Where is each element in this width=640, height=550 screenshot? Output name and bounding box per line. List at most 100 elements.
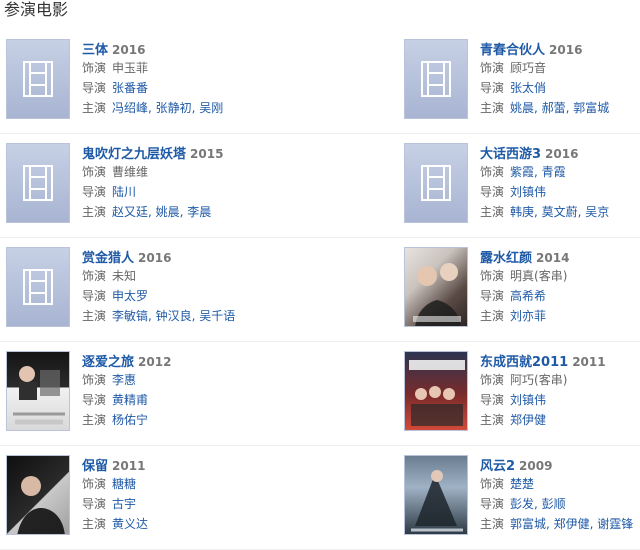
cast-label: 主演 (82, 101, 107, 115)
role-label: 饰演 (82, 373, 107, 387)
cast-links[interactable]: 姚晨, 郝蕾, 郭富城 (510, 101, 609, 115)
director-link[interactable]: 刘镇伟 (510, 185, 546, 199)
role-value[interactable]: 紫霞, 青霞 (510, 165, 566, 179)
director-link[interactable]: 申太罗 (112, 289, 148, 303)
poster-placeholder[interactable] (404, 39, 468, 119)
role-value: 明真(客串) (510, 269, 568, 283)
movie-year: 2012 (138, 355, 172, 369)
director-link[interactable]: 陆川 (112, 185, 136, 199)
cast-links[interactable]: 郭富城, 郑伊健, 谢霆锋 (510, 517, 633, 531)
movie-year: 2009 (519, 459, 553, 473)
role-value: 曹维维 (112, 165, 149, 179)
cast-label: 主演 (82, 413, 107, 427)
cast-label: 主演 (480, 517, 505, 531)
movie-year: 2016 (545, 147, 579, 161)
poster-image[interactable] (404, 351, 468, 431)
director-label: 导演 (480, 393, 505, 407)
movie-year: 2011 (572, 355, 606, 369)
movie-card[interactable]: 大话西游3 2016 饰演 紫霞, 青霞 导演 刘镇伟 主演 韩庚, 莫文蔚, 吴京 (398, 134, 640, 237)
movie-card[interactable]: 青春合伙人 2016 饰演 顾巧音 导演 张太俏 主演 姚晨, 郝蕾, 郭富城 (398, 30, 640, 133)
cast-links[interactable]: 赵又廷, 姚晨, 李晨 (112, 205, 211, 219)
poster-art-icon (411, 470, 463, 532)
movie-grid: 三体 2016 饰演 申玉菲 导演 张番番 主演 冯绍峰, 张静初, 吴刚 青春合伙人 2… (0, 30, 640, 550)
poster-image[interactable] (6, 351, 70, 431)
movie-card[interactable]: 三体 2016 饰演 申玉菲 导演 张番番 主演 冯绍峰, 张静初, 吴刚 (0, 30, 320, 133)
poster-image[interactable] (6, 455, 70, 535)
cast-links[interactable]: 郑伊健 (510, 413, 546, 427)
movie-card[interactable]: 风云2 2009 饰演 楚楚 导演 彭发, 彭顺 主演 郭富城, 郑伊健, 谢霆锋 (398, 446, 640, 549)
movie-card[interactable]: 保留 2011 饰演 糖糖 导演 古宇 主演 黄义达 (0, 446, 320, 549)
role-value: 申玉菲 (112, 61, 149, 75)
film-icon (421, 165, 451, 201)
poster-art-icon (409, 360, 465, 426)
movie-row: 鬼吹灯之九层妖塔 2015 饰演 曹维维 导演 陆川 主演 赵又廷, 姚晨, 李晨 大话… (0, 134, 640, 238)
role-value[interactable]: 李惠 (112, 373, 136, 387)
director-link[interactable]: 黄精甫 (112, 393, 148, 407)
movie-title-link[interactable]: 东成西就2011 (480, 355, 568, 370)
poster-placeholder[interactable] (6, 39, 70, 119)
poster-placeholder[interactable] (404, 143, 468, 223)
role-label: 饰演 (82, 477, 107, 491)
poster-image[interactable] (404, 247, 468, 327)
film-icon (23, 269, 53, 305)
poster-placeholder[interactable] (6, 143, 70, 223)
cast-links[interactable]: 黄义达 (112, 517, 148, 531)
role-label: 饰演 (82, 269, 107, 283)
cast-links[interactable]: 刘亦菲 (510, 309, 546, 323)
role-value: 阿巧(客串) (510, 373, 568, 387)
movie-year: 2016 (138, 251, 172, 265)
movie-title-link[interactable]: 大话西游3 (480, 147, 541, 162)
movie-card[interactable]: 鬼吹灯之九层妖塔 2015 饰演 曹维维 导演 陆川 主演 赵又廷, 姚晨, 李晨 (0, 134, 320, 237)
director-link[interactable]: 高希希 (510, 289, 546, 303)
movie-title-link[interactable]: 青春合伙人 (480, 43, 545, 58)
director-label: 导演 (480, 497, 505, 511)
movie-card[interactable]: 露水红颜 2014 饰演 明真(客串) 导演 高希希 主演 刘亦菲 (398, 238, 640, 341)
cast-label: 主演 (82, 517, 107, 531)
role-value: 顾巧音 (510, 61, 547, 75)
role-label: 饰演 (82, 61, 107, 75)
movie-title-link[interactable]: 风云2 (480, 459, 515, 474)
role-label: 饰演 (480, 61, 505, 75)
poster-art-icon (13, 366, 65, 425)
director-label: 导演 (82, 393, 107, 407)
movie-row: 逐爱之旅 2012 饰演 李惠 导演 黄精甫 主演 杨佑宁 东成西就2011 2011 饰… (0, 342, 640, 446)
role-value[interactable]: 楚楚 (510, 477, 534, 491)
portrait-icon (413, 263, 461, 326)
movie-title-link[interactable]: 鬼吹灯之九层妖塔 (82, 147, 186, 162)
film-icon (421, 61, 451, 97)
role-label: 饰演 (480, 477, 505, 491)
cast-label: 主演 (480, 205, 505, 219)
movie-title-link[interactable]: 三体 (82, 43, 108, 58)
cast-links[interactable]: 韩庚, 莫文蔚, 吴京 (510, 205, 609, 219)
movie-card[interactable]: 赏金猎人 2016 饰演 未知 导演 申太罗 主演 李敏镐, 钟汉良, 吴千语 (0, 238, 320, 341)
movie-title-link[interactable]: 赏金猎人 (82, 251, 134, 266)
movie-year: 2016 (549, 43, 583, 57)
cast-links[interactable]: 冯绍峰, 张静初, 吴刚 (112, 101, 223, 115)
director-link[interactable]: 刘镇伟 (510, 393, 546, 407)
cast-label: 主演 (82, 309, 107, 323)
movie-row: 赏金猎人 2016 饰演 未知 导演 申太罗 主演 李敏镐, 钟汉良, 吴千语 露水红颜… (0, 238, 640, 342)
cast-links[interactable]: 杨佑宁 (112, 413, 148, 427)
director-label: 导演 (82, 185, 107, 199)
movie-row: 三体 2016 饰演 申玉菲 导演 张番番 主演 冯绍峰, 张静初, 吴刚 青春合伙人 2… (0, 30, 640, 134)
cast-label: 主演 (480, 101, 505, 115)
director-link[interactable]: 彭发, 彭顺 (510, 497, 566, 511)
movie-card[interactable]: 东成西就2011 2011 饰演 阿巧(客串) 导演 刘镇伟 主演 郑伊健 (398, 342, 640, 445)
director-label: 导演 (480, 185, 505, 199)
movie-year: 2014 (536, 251, 570, 265)
director-label: 导演 (480, 289, 505, 303)
role-value[interactable]: 糖糖 (112, 477, 136, 491)
poster-placeholder[interactable] (6, 247, 70, 327)
poster-image[interactable] (404, 455, 468, 535)
movie-card[interactable]: 逐爱之旅 2012 饰演 李惠 导演 黄精甫 主演 杨佑宁 (0, 342, 320, 445)
director-link[interactable]: 张太俏 (510, 81, 546, 95)
movie-row: 保留 2011 饰演 糖糖 导演 古宇 主演 黄义达 风云2 2009 饰演 楚楚 导演 彭发… (0, 446, 640, 550)
cast-links[interactable]: 李敏镐, 钟汉良, 吴千语 (112, 309, 235, 323)
role-label: 饰演 (480, 373, 505, 387)
movie-title-link[interactable]: 露水红颜 (480, 251, 532, 266)
director-link[interactable]: 古宇 (112, 497, 136, 511)
director-link[interactable]: 张番番 (112, 81, 148, 95)
movie-title-link[interactable]: 逐爱之旅 (82, 355, 134, 370)
movie-title-link[interactable]: 保留 (82, 459, 108, 474)
cast-label: 主演 (480, 413, 505, 427)
